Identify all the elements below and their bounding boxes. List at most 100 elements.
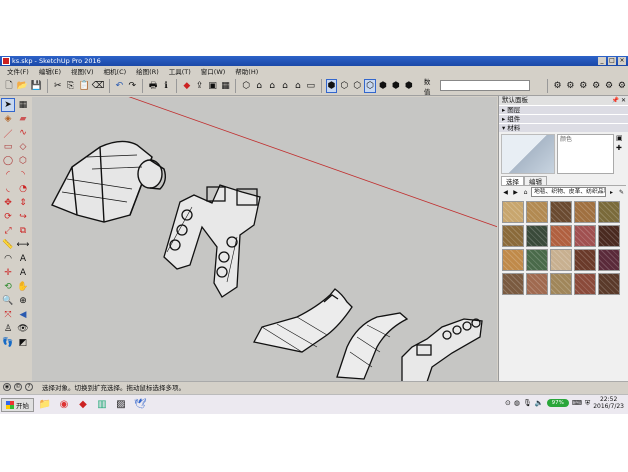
details-arrow-icon[interactable]: ▸ <box>607 188 616 197</box>
new-file-icon[interactable]: 🗋 <box>3 79 15 93</box>
minimize-button[interactable]: _ <box>598 57 606 65</box>
print-icon[interactable]: 🖶 <box>147 79 159 93</box>
menu-edit[interactable]: 编辑(E) <box>34 66 66 76</box>
material-swatch[interactable] <box>526 225 548 247</box>
rectangle-tool-icon[interactable]: ▭ <box>1 140 15 154</box>
share-model-icon[interactable]: ⇪ <box>194 79 206 93</box>
start-button[interactable]: 开始 <box>1 397 34 412</box>
chrome-icon[interactable]: ◉ <box>56 397 72 413</box>
copy-icon[interactable]: ⎘ <box>65 79 77 93</box>
menu-window[interactable]: 窗口(W) <box>196 66 231 76</box>
sample-paint-icon[interactable]: ✎ <box>617 188 626 197</box>
layout-icon[interactable]: ▥ <box>94 397 110 413</box>
eraser-icon[interactable]: ▰ <box>16 112 30 126</box>
material-swatch[interactable] <box>550 249 572 271</box>
material-category-select[interactable]: 地毯、织物、皮革、纺织品和墙... <box>531 187 606 197</box>
monochrome-style-icon[interactable]: ⬢ <box>403 79 415 93</box>
material-swatch[interactable] <box>550 201 572 223</box>
tray-section-materials[interactable]: ▾ 材料 <box>499 123 628 132</box>
line-tool-icon[interactable]: ／ <box>1 126 15 140</box>
help-circle-icon[interactable]: ⊙ <box>505 399 511 407</box>
3d-warehouse-icon[interactable]: ◆ <box>181 79 193 93</box>
help-icon[interactable]: ? <box>25 382 33 391</box>
move-tool-icon[interactable]: ✥ <box>1 196 15 210</box>
zoom-window-icon[interactable]: ⊕ <box>16 294 30 308</box>
back-edges-style-icon[interactable]: ⬡ <box>338 79 350 93</box>
menu-view[interactable]: 视图(V) <box>66 66 99 76</box>
measurements-input[interactable] <box>439 80 530 91</box>
open-file-icon[interactable]: 📂 <box>16 79 29 93</box>
material-swatch[interactable] <box>550 273 572 295</box>
material-swatch[interactable] <box>526 273 548 295</box>
tab-edit[interactable]: 编辑 <box>524 176 547 186</box>
tray-pin-close[interactable]: 📌 ✕ <box>612 96 626 105</box>
model-info-icon[interactable]: ℹ <box>160 79 172 93</box>
material-swatch[interactable] <box>598 249 620 271</box>
shaded-style-icon[interactable]: ⬢ <box>377 79 389 93</box>
forward-arrow-icon[interactable]: ▶ <box>511 188 520 197</box>
menu-tools[interactable]: 工具(T) <box>164 66 196 76</box>
paste-icon[interactable]: 📋 <box>78 79 91 93</box>
shaded-textures-style-icon[interactable]: ⬢ <box>390 79 402 93</box>
top-view-icon[interactable]: ⌂ <box>253 79 265 93</box>
material-swatch[interactable] <box>574 273 596 295</box>
hidden-line-style-icon[interactable]: ⬡ <box>364 78 377 93</box>
dimension-tool-icon[interactable]: ⟷ <box>16 238 30 252</box>
right-view-icon[interactable]: ⌂ <box>279 79 291 93</box>
make-component-icon[interactable]: ▦ <box>16 98 30 112</box>
arc-tool-icon[interactable]: ◜ <box>1 168 15 182</box>
paint-bucket-icon[interactable]: ◈ <box>1 112 15 126</box>
xray-style-icon[interactable]: ⬢ <box>325 78 338 93</box>
speaker-icon[interactable]: 🔈 <box>535 399 544 407</box>
walk-tool-icon[interactable]: 👣 <box>1 336 15 350</box>
tape-measure-icon[interactable]: 📏 <box>1 238 15 252</box>
back-view-icon[interactable]: ⌂ <box>292 79 304 93</box>
tray-section-layers[interactable]: ▸ 图层 <box>499 105 628 114</box>
material-swatch[interactable] <box>502 249 524 271</box>
home-icon[interactable]: ⌂ <box>521 188 530 197</box>
tray-section-components[interactable]: ▸ 组件 <box>499 114 628 123</box>
display-secondary-icon[interactable]: ▣ <box>616 134 626 142</box>
extension-icon-5[interactable]: ⚙ <box>603 79 615 93</box>
save-icon[interactable]: 💾 <box>30 79 43 93</box>
rotate-tool-icon[interactable]: ⟳ <box>1 210 15 224</box>
zoom-tool-icon[interactable]: 🔍 <box>1 294 15 308</box>
keyboard-icon[interactable]: ⌨ <box>572 399 582 407</box>
material-swatch[interactable] <box>598 273 620 295</box>
material-swatch[interactable] <box>502 201 524 223</box>
select-tool-icon[interactable]: ➤ <box>1 98 15 112</box>
erase-icon[interactable]: ⌫ <box>92 79 105 93</box>
front-view-icon[interactable]: ⌂ <box>266 79 278 93</box>
extension-icon-6[interactable]: ⚙ <box>616 79 628 93</box>
freehand-tool-icon[interactable]: ∿ <box>16 126 30 140</box>
previous-view-icon[interactable]: ◀ <box>16 308 30 322</box>
wireframe-style-icon[interactable]: ⬡ <box>351 79 363 93</box>
geo-location-icon[interactable]: ◉ <box>3 382 11 391</box>
sketchup-taskbar-icon[interactable]: ◆ <box>75 397 91 413</box>
back-arrow-icon[interactable]: ◀ <box>501 188 510 197</box>
image-viewer-icon[interactable]: ▨ <box>113 397 129 413</box>
drawing-area[interactable] <box>32 97 497 381</box>
security-icon[interactable]: ⛨ <box>585 399 590 408</box>
scale-tool-icon[interactable]: ⤢ <box>1 224 15 238</box>
shield-icon[interactable]: ◍ <box>514 399 520 407</box>
orbit-tool-icon[interactable]: ⟲ <box>1 280 15 294</box>
cut-icon[interactable]: ✂ <box>52 79 64 93</box>
material-name-field[interactable]: 颜色 <box>557 134 614 174</box>
tab-select[interactable]: 选择 <box>501 176 524 186</box>
material-swatch[interactable] <box>574 225 596 247</box>
menu-camera[interactable]: 相机(C) <box>99 66 132 76</box>
text-tool-icon[interactable]: A <box>16 252 30 266</box>
extension-icon-4[interactable]: ⚙ <box>590 79 602 93</box>
system-clock[interactable]: 22:52 2016/7/23 <box>593 396 624 410</box>
offset-tool-icon[interactable]: ⧉ <box>16 224 30 238</box>
menu-help[interactable]: 帮助(H) <box>230 66 263 76</box>
position-camera-icon[interactable]: ♙ <box>1 322 15 336</box>
extension-icon-2[interactable]: ⚙ <box>564 79 576 93</box>
create-material-icon[interactable]: ✚ <box>616 144 626 152</box>
extension-icon-1[interactable]: ⚙ <box>552 79 564 93</box>
material-swatch[interactable] <box>598 201 620 223</box>
extension-icon-3[interactable]: ⚙ <box>577 79 589 93</box>
material-swatch[interactable] <box>598 225 620 247</box>
follow-me-icon[interactable]: ↪ <box>16 210 30 224</box>
